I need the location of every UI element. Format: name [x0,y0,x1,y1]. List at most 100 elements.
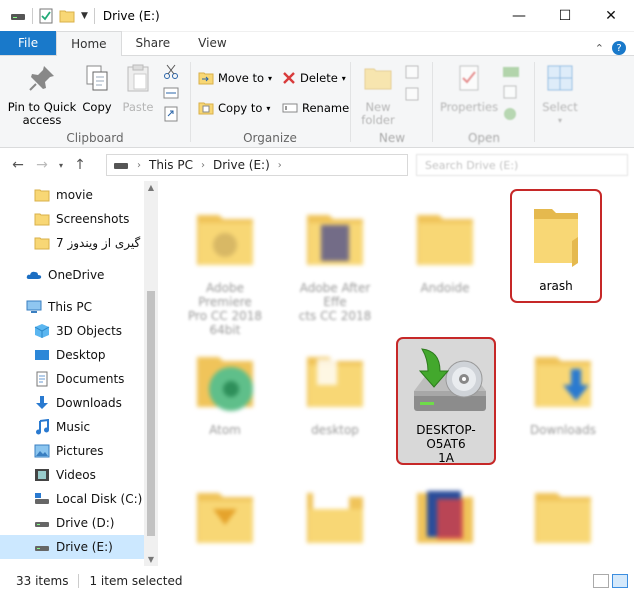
desktop-icon [35,350,49,360]
nav-item-this-pc[interactable]: This PC [0,295,144,319]
close-button[interactable]: ✕ [588,0,634,32]
nav-item-downloads[interactable]: Downloads [0,391,144,415]
recent-locations-button[interactable]: ▾ [54,161,68,170]
copy-to-button[interactable]: Copy to ▾ [198,98,270,118]
music-icon [36,419,49,435]
move-to-button[interactable]: Move to ▾ [198,68,272,88]
cube-icon [34,324,50,338]
minimize-button[interactable]: — [496,0,542,32]
folder-icon [34,237,50,250]
delete-button[interactable]: Delete ▾ [282,68,346,88]
nav-item-3d-objects[interactable]: 3D Objects [0,319,144,343]
move-to-label: Move to [218,71,265,85]
chevron-right-icon[interactable]: › [278,160,282,171]
nav-item-movie[interactable]: movie [0,183,144,207]
nav-item-onedrive[interactable]: OneDrive [0,263,144,287]
large-icons-view-icon[interactable] [612,574,628,588]
copy-button[interactable]: Copy [78,62,116,114]
paste-shortcut-icon[interactable] [163,106,179,122]
nav-item-drive-e[interactable]: Drive (E:) [0,535,144,559]
copy-path-icon[interactable] [163,86,179,100]
scroll-up-icon[interactable]: ▲ [144,183,158,192]
nav-item-documents[interactable]: Documents [0,367,144,391]
drive-icon [114,163,128,169]
nav-item-local-disk-c[interactable]: Local Disk (C:) [0,487,144,511]
open-icon[interactable] [502,64,520,78]
download-icon [36,396,48,409]
new-folder-icon[interactable] [59,9,75,23]
file-item[interactable] [290,481,380,559]
chevron-right-icon[interactable]: › [137,160,141,171]
nav-item-persian-folder[interactable]: گیری از ویندوز 7 [0,231,144,255]
nav-item-label: Documents [56,372,125,386]
download-folder-icon [535,357,591,407]
file-item[interactable]: desktop [290,345,380,437]
select-button[interactable]: Select ▾ [540,62,580,127]
up-button[interactable]: ↑ [68,157,92,173]
open-group-label: Open [467,131,501,145]
file-label-line1: DESKTOP-O5AT6 [416,423,476,451]
details-view-icon[interactable] [593,574,609,588]
tab-view[interactable]: View [184,31,240,55]
easy-access-icon[interactable] [404,86,422,102]
new-folder-icon [364,68,392,90]
nav-item-music[interactable]: Music [0,415,144,439]
scroll-down-icon[interactable]: ▼ [144,555,158,564]
pin-label-line2: access [22,113,62,127]
breadcrumb-drive-e[interactable]: Drive (E:) [213,158,270,172]
search-box[interactable]: Search Drive (E:) [416,154,628,176]
item-count: 33 items [16,574,69,588]
tab-home[interactable]: Home [56,31,122,56]
file-item[interactable] [518,481,608,559]
nav-item-screenshots[interactable]: Screenshots [0,207,144,231]
expand-ribbon-icon[interactable]: ⌃ [595,42,604,55]
properties-icon [459,65,479,91]
file-item[interactable] [180,481,270,559]
new-item-icon[interactable] [404,64,422,80]
file-item[interactable]: Adobe Premiere Pro CC 2018 64bit [180,203,270,337]
back-button[interactable]: ← [6,157,30,173]
document-icon [36,371,48,387]
new-folder-button[interactable]: New folder [356,62,400,127]
file-item[interactable]: Adobe After Effe cts CC 2018 [290,203,380,323]
tab-share[interactable]: Share [122,31,185,55]
customize-qat-icon[interactable]: ▼ [81,11,88,21]
properties-button[interactable]: Properties [438,62,500,114]
paste-button[interactable]: Paste [118,62,158,114]
folder-icon [307,215,363,265]
file-item[interactable] [400,481,490,559]
file-item-desktop-o5at61a[interactable]: DESKTOP-O5AT6 1A [401,345,491,465]
file-item[interactable]: Downloads [518,345,608,437]
nav-item-pictures[interactable]: Pictures [0,439,144,463]
nav-item-drive-d[interactable]: Drive (D:) [0,511,144,535]
tab-file[interactable]: File [0,31,57,55]
nav-pane-scrollbar[interactable]: ▲ ▼ [144,181,158,566]
new-folder-label-line2: folder [361,113,395,127]
maximize-button[interactable]: ☐ [542,0,588,32]
history-icon[interactable] [502,106,518,122]
separator [78,574,80,588]
properties-check-icon[interactable] [39,8,53,24]
group-separator [432,62,433,142]
file-item[interactable]: Atom [180,345,270,437]
navigation-pane: movie Screenshots گیری از ویندوز 7 OneDr… [0,181,158,566]
address-bar[interactable]: › This PC › Drive (E:) › [106,154,408,176]
nav-item-videos[interactable]: Videos [0,463,144,487]
chevron-right-icon[interactable]: › [201,160,205,171]
nav-item-desktop[interactable]: Desktop [0,343,144,367]
new-group: New folder New [352,56,432,148]
pin-icon [29,66,54,91]
file-item-arash[interactable]: arash [511,201,601,293]
folder-icon [34,189,50,202]
nav-item-label: 3D Objects [56,324,123,338]
rename-button[interactable]: Rename [282,98,349,118]
help-icon[interactable]: ? [612,41,626,55]
file-item[interactable]: Andoide [400,203,490,295]
edit-icon[interactable] [502,84,518,100]
scrollbar-thumb[interactable] [147,291,155,536]
atom-icon [197,357,253,411]
cut-icon[interactable] [163,64,179,80]
pin-to-quick-access-button[interactable]: Pin to Quick access [6,62,78,127]
breadcrumb-this-pc[interactable]: This PC [149,158,193,172]
forward-button[interactable]: → [30,157,54,173]
